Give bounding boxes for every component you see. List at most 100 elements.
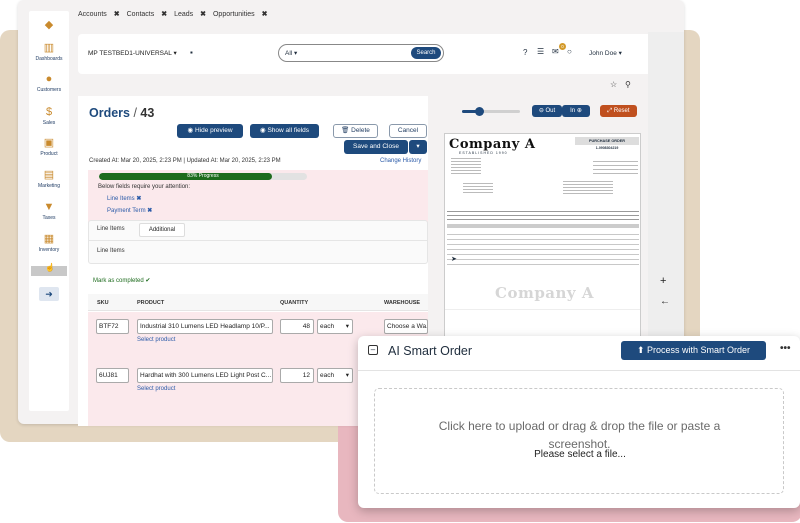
- button-label: Process with Smart Order: [647, 345, 751, 355]
- search-scope-value: All: [285, 50, 293, 57]
- document-header-table: [447, 208, 639, 222]
- nav-tab[interactable]: Contacts ✖: [127, 11, 168, 18]
- sidebar-item-inventory[interactable]: ▦ Inventory: [29, 233, 69, 253]
- trash-icon: 🗑: [341, 127, 352, 134]
- select-product-link[interactable]: Select product: [137, 386, 175, 392]
- document-type: PURCHASE ORDER: [575, 137, 639, 145]
- save-and-close-button[interactable]: Save and Close: [344, 140, 408, 154]
- user-menu[interactable]: John Doe ▾: [589, 49, 622, 57]
- tab-line-items[interactable]: Line Items: [97, 226, 125, 232]
- chevron-down-icon: ▾: [416, 143, 420, 150]
- drop-zone-instructions: Click here to upload or drag & drop the …: [438, 419, 721, 451]
- column-header: QUANTITY: [280, 300, 309, 306]
- quantity-input[interactable]: 48: [280, 319, 314, 334]
- people-icon: ●: [45, 73, 53, 85]
- zoom-out-icon: ⊖: [538, 108, 546, 114]
- mail-icon[interactable]: ✉: [552, 47, 559, 56]
- close-icon[interactable]: ✖: [200, 11, 206, 18]
- hide-preview-button[interactable]: ◉ Hide preview: [177, 124, 243, 138]
- search-button[interactable]: Search: [411, 47, 441, 59]
- chat-icon[interactable]: ○: [567, 47, 572, 56]
- sidebar-item-home[interactable]: ◆: [29, 19, 69, 33]
- help-icon[interactable]: ?: [523, 48, 527, 57]
- zoom-slider[interactable]: [462, 107, 520, 116]
- product-input[interactable]: Hardhat with 300 Lumens LED Light Post C…: [137, 368, 273, 383]
- close-icon[interactable]: ✖: [114, 11, 120, 18]
- sku-input[interactable]: BTF72: [96, 319, 129, 334]
- nav-tab-label: Accounts: [78, 11, 107, 18]
- cancel-button[interactable]: Cancel: [389, 124, 427, 138]
- nav-tab[interactable]: Accounts ✖: [78, 11, 120, 18]
- plus-icon[interactable]: +: [660, 275, 666, 287]
- unit-select[interactable]: each ▾: [317, 368, 353, 383]
- search-scope-select[interactable]: All ▾: [285, 49, 297, 57]
- zoom-out-button[interactable]: ⊖ Out: [532, 105, 562, 117]
- nav-tab[interactable]: Opportunities ✖: [213, 11, 268, 18]
- attention-field-label: Line Items: [107, 196, 135, 202]
- pin-icon[interactable]: ⚲: [625, 80, 631, 89]
- process-smart-order-button[interactable]: ⬆ Process with Smart Order: [621, 341, 766, 360]
- document-tagline: ESTABLISHED 1990: [459, 151, 508, 155]
- tab-additional[interactable]: Additional: [139, 223, 185, 237]
- menu-icon[interactable]: ☰: [537, 47, 544, 56]
- zoom-in-button[interactable]: In ⊕: [562, 105, 590, 117]
- sidebar-item-product[interactable]: ▣ Product: [29, 137, 69, 157]
- dollar-icon: $: [45, 106, 53, 118]
- image-icon[interactable]: ▪: [190, 48, 193, 57]
- arrow-left-icon[interactable]: ←: [660, 296, 670, 307]
- attention-title: Below fields require your attention:: [98, 184, 191, 190]
- delete-button[interactable]: 🗑 Delete: [333, 124, 378, 138]
- sidebar-item-dashboards[interactable]: ▥ Dashboards: [29, 42, 69, 62]
- nav-tab[interactable]: Leads ✖: [174, 11, 206, 18]
- attention-field-line-items[interactable]: Line Items ✖: [107, 195, 141, 202]
- attention-field-payment-term[interactable]: Payment Term ✖: [107, 207, 152, 214]
- document-text-block: [563, 179, 613, 195]
- progress-label: 83% Progress: [187, 173, 219, 179]
- user-name: John Doe: [589, 50, 617, 57]
- save-options-dropdown[interactable]: ▾: [409, 140, 427, 154]
- clipboard-icon: ▦: [43, 233, 55, 245]
- nav-tab-label: Leads: [174, 11, 194, 18]
- more-options-icon[interactable]: •••: [780, 343, 791, 354]
- page-title-text: Orders: [89, 106, 130, 120]
- document-text-block: [593, 158, 638, 176]
- document-number: 1-0908304219: [595, 146, 619, 150]
- file-drop-zone[interactable]: Click here to upload or drag & drop the …: [374, 388, 784, 494]
- sidebar-label: Dashboards: [35, 56, 63, 62]
- sku-input[interactable]: 6UJ81: [96, 368, 129, 383]
- expand-sidebar-button[interactable]: ➜: [39, 287, 59, 301]
- page-title: Orders / 43: [89, 106, 155, 120]
- sidebar-item-marketing[interactable]: ▤ Marketing: [29, 169, 69, 189]
- section-label: Line Items: [97, 248, 125, 254]
- company-selector[interactable]: MP TESTBED1-UNIVERSAL ▾: [88, 49, 177, 57]
- table-header: SKU PRODUCT QUANTITY WAREHOUSE: [88, 294, 428, 311]
- document-text-block: [451, 156, 481, 174]
- collapse-icon[interactable]: –: [368, 345, 378, 355]
- mark-completed-link[interactable]: Mark as completed ✔: [93, 277, 150, 284]
- unit-value: each: [320, 372, 335, 379]
- document-preview: Company A ESTABLISHED 1990 PURCHASE ORDE…: [444, 133, 641, 341]
- product-input[interactable]: Industrial 310 Lumens LED Headlamp 10/P.…: [137, 319, 273, 334]
- sidebar-item-active[interactable]: ☝: [31, 263, 67, 276]
- quantity-input[interactable]: 12: [280, 368, 314, 383]
- sidebar-item-taxes[interactable]: ▼ Taxes: [29, 201, 69, 221]
- sidebar: ◆ ▥ Dashboards ● Customers $ Sales ▣ Product…: [29, 11, 69, 411]
- sidebar-item-sales[interactable]: $ Sales: [29, 106, 69, 126]
- sidebar-label: Marketing: [38, 183, 60, 189]
- close-icon[interactable]: ✖: [262, 11, 268, 18]
- button-label: Delete: [351, 127, 370, 134]
- sidebar-item-customers[interactable]: ● Customers: [29, 73, 69, 93]
- select-product-link[interactable]: Select product: [137, 337, 175, 343]
- updated-at: Updated At: Mar 20, 2025, 2:23 PM: [186, 158, 281, 164]
- nav-tab-label: Contacts: [126, 11, 155, 18]
- document-company-logo: Company A: [449, 137, 536, 152]
- unit-select[interactable]: each ▾: [317, 319, 353, 334]
- box-icon: ▣: [43, 137, 55, 149]
- star-icon[interactable]: ☆: [610, 80, 617, 89]
- timestamps: Created At: Mar 20, 2025, 2:23 PM | Upda…: [89, 158, 281, 164]
- close-icon[interactable]: ✖: [161, 11, 167, 18]
- reset-button[interactable]: ⤢ Reset: [600, 105, 637, 117]
- warehouse-select[interactable]: Choose a Wa...: [384, 319, 428, 334]
- show-all-fields-button[interactable]: ◉ Show all fields: [250, 124, 319, 138]
- change-history-link[interactable]: Change History: [380, 158, 421, 164]
